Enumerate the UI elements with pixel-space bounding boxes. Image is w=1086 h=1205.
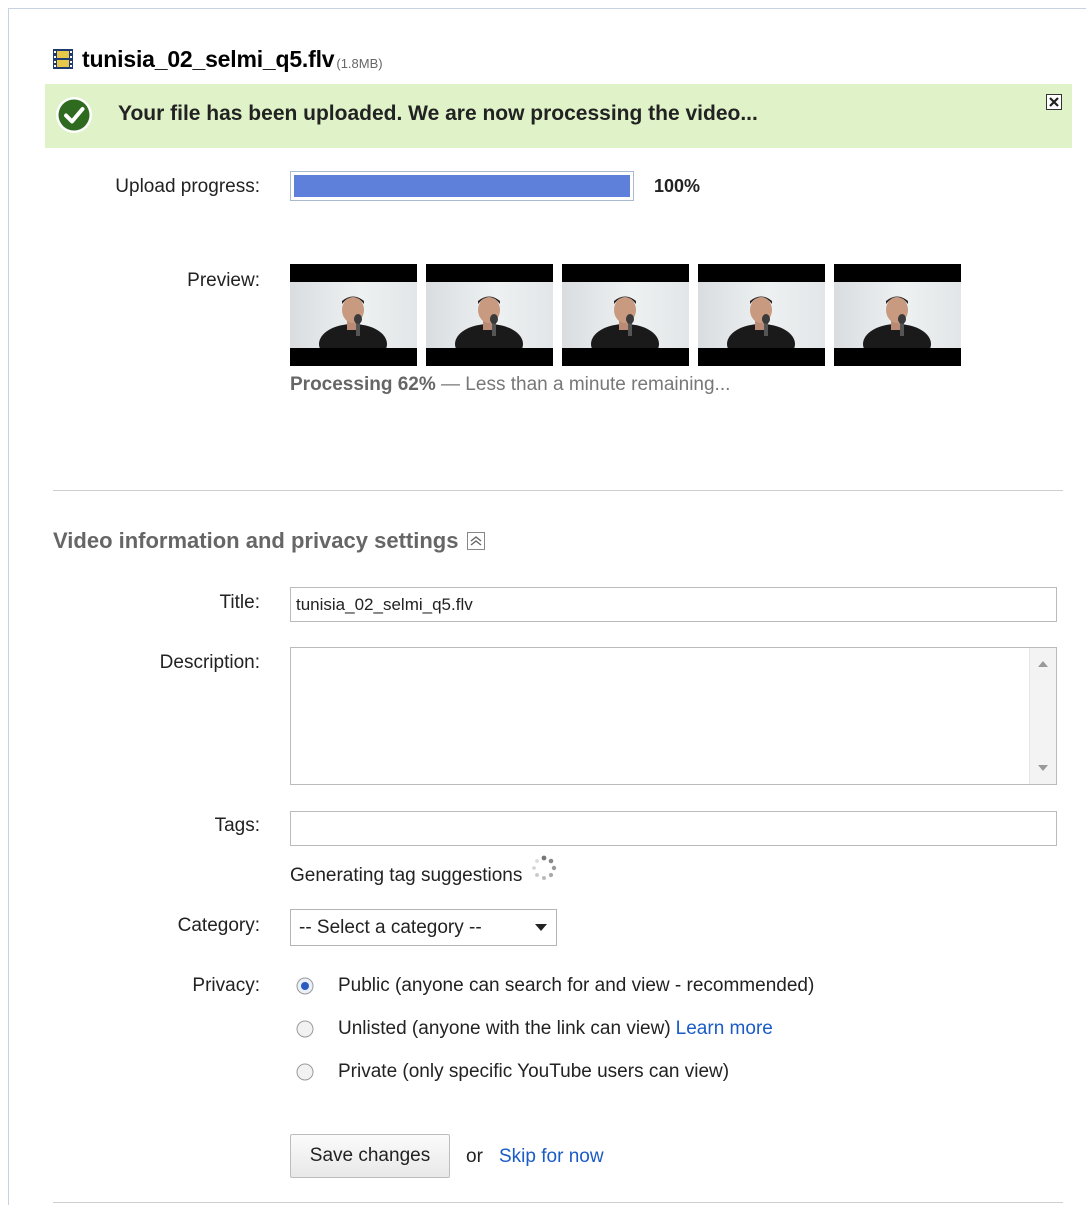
radio-button[interactable] [296, 1020, 314, 1038]
thumbnail-frame [834, 282, 961, 348]
thumbnail-frame [562, 282, 689, 348]
processing-percent: Processing 62% [290, 374, 436, 395]
description-textarea[interactable] [290, 647, 1057, 785]
or-text: or [466, 1146, 483, 1167]
section-title: Video information and privacy settings [53, 528, 459, 553]
learn-more-link[interactable]: Learn more [676, 1018, 773, 1040]
upload-progress-label: Upload progress: [115, 176, 260, 197]
preview-thumbnail [698, 264, 825, 366]
preview-thumbnails [290, 264, 961, 366]
section-heading[interactable]: Video information and privacy settings [53, 528, 486, 554]
thumbnail-frame [698, 282, 825, 348]
tag-suggestions-status: Generating tag suggestions [290, 855, 558, 890]
upload-progress-percent: 100% [654, 176, 701, 196]
close-icon[interactable] [1046, 94, 1062, 110]
skip-for-now-link[interactable]: Skip for now [499, 1146, 604, 1168]
film-icon [53, 49, 73, 69]
check-icon [56, 97, 92, 133]
preview-thumbnail [290, 264, 417, 366]
collapse-icon[interactable] [467, 532, 486, 550]
file-size: (1.8MB) [336, 55, 383, 71]
scroll-up-icon[interactable] [1038, 660, 1048, 667]
privacy-option[interactable]: Public (anyone can search for and view -… [296, 975, 814, 997]
preview-thumbnail [426, 264, 553, 366]
save-changes-button[interactable]: Save changes [290, 1134, 450, 1178]
bottom-divider [53, 1202, 1063, 1203]
processing-remaining: — Less than a minute remaining... [435, 374, 731, 395]
banner-message: Your file has been uploaded. We are now … [118, 102, 758, 125]
privacy-label: Privacy: [192, 975, 260, 996]
tag-suggestions-text: Generating tag suggestions [290, 865, 523, 886]
privacy-option-label: Unlisted (anyone with the link can view) [338, 1018, 671, 1039]
description-scrollbar[interactable] [1029, 648, 1056, 784]
preview-thumbnail [562, 264, 689, 366]
tags-input[interactable] [290, 811, 1057, 846]
spinner-icon [532, 855, 557, 880]
caret-down-icon [535, 923, 547, 931]
thumbnail-frame [426, 282, 553, 348]
privacy-option-label: Public (anyone can search for and view -… [338, 975, 815, 996]
category-select[interactable]: -- Select a category -- [290, 909, 557, 946]
privacy-option[interactable]: Private (only specific YouTube users can… [296, 1061, 729, 1083]
description-label: Description: [159, 652, 260, 673]
divider [53, 490, 1063, 491]
upload-progress-fill [294, 175, 630, 197]
processing-status: Processing 62% — Less than a minute rema… [290, 374, 730, 396]
scroll-down-icon[interactable] [1038, 765, 1048, 772]
preview-thumbnail [834, 264, 961, 366]
radio-button[interactable] [296, 1063, 314, 1081]
category-selected-value: -- Select a category -- [299, 916, 482, 938]
title-input[interactable]: tunisia_02_selmi_q5.flv [290, 587, 1057, 622]
privacy-option[interactable]: Unlisted (anyone with the link can view)… [296, 1018, 773, 1040]
file-header: tunisia_02_selmi_q5.flv (1.8MB) [52, 44, 383, 74]
thumbnail-frame [290, 282, 417, 348]
privacy-option-label: Private (only specific YouTube users can… [338, 1061, 730, 1082]
title-label: Title: [219, 592, 260, 613]
radio-button[interactable] [296, 977, 314, 995]
preview-label: Preview: [187, 270, 260, 291]
file-name: tunisia_02_selmi_q5.flv [82, 45, 335, 72]
category-label: Category: [177, 915, 260, 936]
tags-label: Tags: [214, 815, 260, 836]
upload-progress-bar [290, 171, 634, 201]
upload-success-banner: Your file has been uploaded. We are now … [45, 84, 1072, 148]
